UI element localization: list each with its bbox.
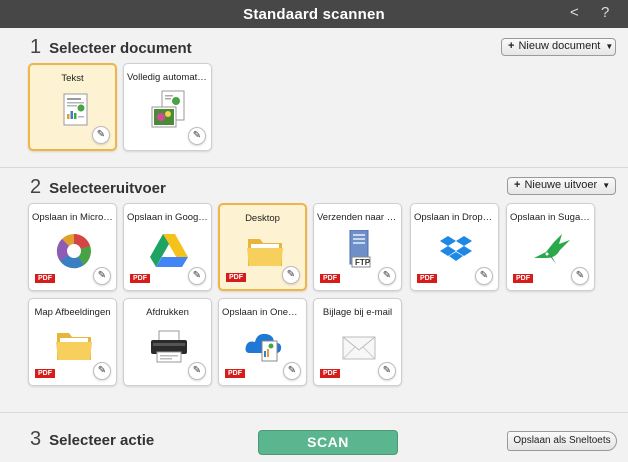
- scan-button[interactable]: SCAN: [258, 430, 398, 455]
- output-card-email[interactable]: Bijlage bij e-mail PDF ✎: [313, 298, 402, 386]
- output-card-google[interactable]: Opslaan in Google... PDF ✎: [123, 203, 212, 291]
- google-drive-icon: [149, 230, 189, 270]
- help-icon[interactable]: ?: [601, 4, 609, 21]
- edit-pencil-icon[interactable]: ✎: [188, 127, 206, 145]
- card-label: Volledig automatis...: [127, 72, 208, 83]
- new-output-button[interactable]: + Nieuwe uitvoer ▼: [507, 177, 616, 195]
- window-title: Standaard scannen: [243, 6, 385, 23]
- caret-down-icon: ▼: [602, 181, 611, 190]
- pdf-badge: PDF: [320, 274, 340, 283]
- edit-pencil-icon[interactable]: ✎: [475, 267, 493, 285]
- pictures-folder-icon: [54, 325, 94, 365]
- step-number: 1: [30, 36, 42, 58]
- edit-pencil-icon[interactable]: ✎: [378, 362, 396, 380]
- new-document-button[interactable]: + Nieuw document ▼: [501, 38, 616, 56]
- step-number: 3: [30, 428, 42, 450]
- step-title: Selecteeruitvoer: [49, 180, 166, 197]
- caret-down-icon: ▼: [605, 42, 614, 51]
- output-card-sugarsync[interactable]: Opslaan in SugarS... PDF ✎: [506, 203, 595, 291]
- edit-pencil-icon[interactable]: ✎: [283, 362, 301, 380]
- auto-documents-icon: [149, 90, 189, 130]
- output-card-pictures[interactable]: Map Afbeeldingen PDF ✎: [28, 298, 117, 386]
- text-document-icon: [55, 91, 95, 131]
- card-label: Map Afbeeldingen: [34, 307, 111, 318]
- output-card-print[interactable]: Afdrukken ✎: [123, 298, 212, 386]
- edit-pencil-icon[interactable]: ✎: [571, 267, 589, 285]
- printer-icon: [149, 325, 189, 365]
- desktop-folder-icon: [245, 231, 285, 271]
- edit-pencil-icon[interactable]: ✎: [93, 267, 111, 285]
- new-output-label: Nieuwe uitvoer: [524, 179, 598, 191]
- edit-pencil-icon[interactable]: ✎: [188, 362, 206, 380]
- step-title: Selecteer actie: [49, 432, 155, 449]
- edit-pencil-icon[interactable]: ✎: [378, 267, 396, 285]
- pdf-badge: PDF: [226, 273, 246, 282]
- edit-pencil-icon[interactable]: ✎: [188, 267, 206, 285]
- edit-pencil-icon[interactable]: ✎: [92, 126, 110, 144]
- dropbox-icon: [436, 230, 476, 270]
- pdf-badge: PDF: [35, 369, 55, 378]
- output-card-dropbox[interactable]: Opslaan in Dropbox PDF ✎: [410, 203, 499, 291]
- card-label: Verzenden naar FT...: [317, 212, 398, 223]
- back-icon[interactable]: <: [570, 4, 579, 21]
- pdf-badge: PDF: [320, 369, 340, 378]
- output-card-ftp[interactable]: Verzenden naar FT... FTP PDF ✎: [313, 203, 402, 291]
- output-card-desktop[interactable]: Desktop PDF ✎: [218, 203, 307, 291]
- plus-icon: +: [514, 179, 521, 191]
- save-as-shortcut-button[interactable]: Opslaan als Sneltoets: [507, 431, 617, 451]
- email-envelope-icon: [339, 325, 379, 365]
- card-label: Opslaan in Micros...: [32, 212, 113, 223]
- select-document-section: 1 Selecteer document + Nieuw document ▼ Tek…: [0, 28, 628, 163]
- ftp-server-icon: FTP: [339, 229, 379, 270]
- microsoft-onenote-icon: [54, 230, 94, 270]
- card-label: Desktop: [245, 213, 280, 224]
- ftp-text: FTP: [355, 258, 371, 267]
- edit-pencil-icon[interactable]: ✎: [93, 362, 111, 380]
- title-bar: Standaard scannen < ?: [0, 0, 628, 28]
- step-title: Selecteer document: [49, 40, 192, 57]
- new-document-label: Nieuw document: [518, 40, 601, 52]
- step-number: 2: [30, 176, 42, 198]
- pdf-badge: PDF: [35, 274, 55, 283]
- select-output-section: 2 Selecteeruitvoer + Nieuwe uitvoer ▼ Opsla…: [0, 167, 628, 412]
- card-label: Tekst: [61, 73, 84, 84]
- output-card-microsoft[interactable]: Opslaan in Micros... PDF ✎: [28, 203, 117, 291]
- select-output-heading: 2 Selecteeruitvoer: [30, 176, 166, 199]
- select-document-heading: 1 Selecteer document: [30, 36, 192, 59]
- pdf-badge: PDF: [417, 274, 437, 283]
- output-card-onedrive[interactable]: Opslaan in OneDri... PDF ✎: [218, 298, 307, 386]
- pdf-badge: PDF: [130, 274, 150, 283]
- select-action-heading: 3 Selecteer actie: [30, 428, 154, 451]
- card-label: Opslaan in Google...: [127, 212, 208, 223]
- onedrive-icon: [244, 325, 284, 365]
- sugarsync-hummingbird-icon: [532, 230, 572, 270]
- plus-icon: +: [508, 40, 515, 52]
- pdf-badge: PDF: [513, 274, 533, 283]
- card-label: Opslaan in OneDri...: [222, 307, 303, 318]
- edit-pencil-icon[interactable]: ✎: [282, 266, 300, 284]
- pdf-badge: PDF: [225, 369, 245, 378]
- card-label: Opslaan in Dropbox: [414, 212, 495, 223]
- card-label: Bijlage bij e-mail: [322, 307, 393, 318]
- document-card-volledig-automatisch[interactable]: Volledig automatis... ✎: [123, 63, 212, 151]
- card-label: Opslaan in SugarS...: [510, 212, 591, 223]
- select-action-section: 3 Selecteer actie SCAN Opslaan als Snelto…: [0, 412, 628, 462]
- card-label: Afdrukken: [146, 307, 189, 318]
- document-card-tekst[interactable]: Tekst ✎: [28, 63, 117, 151]
